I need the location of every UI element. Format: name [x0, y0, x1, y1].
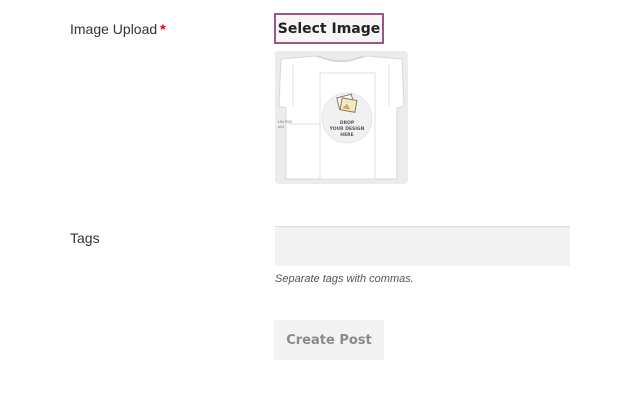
side-guide-text-2: ard	[278, 125, 284, 129]
tags-label: Tags	[70, 230, 100, 246]
tshirt-mockup-image: LIN PUB ard DROP YOUR DESIGN HERE	[275, 51, 408, 184]
image-upload-label: Image Upload *	[70, 21, 166, 37]
create-post-button[interactable]: Create Post	[274, 320, 384, 360]
image-upload-label-text: Image Upload	[70, 21, 158, 37]
drop-text-2: YOUR DESIGN	[329, 126, 365, 132]
drop-text-1: DROP	[340, 120, 355, 126]
drop-text-3: HERE	[340, 132, 353, 138]
image-preview[interactable]: LIN PUB ard DROP YOUR DESIGN HERE	[275, 51, 408, 184]
post-form: Image Upload* Select Image LIN PUB ard	[0, 0, 640, 407]
tags-help-text: Separate tags with commas.	[275, 273, 414, 285]
select-image-button[interactable]: Select Image	[274, 13, 384, 44]
side-guide-text-1: LIN PUB	[278, 120, 292, 124]
tags-input[interactable]	[275, 226, 570, 266]
required-marker: *	[160, 21, 166, 37]
